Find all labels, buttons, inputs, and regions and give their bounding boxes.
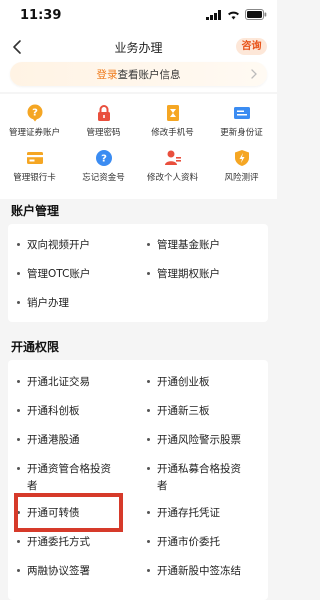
grid-item-manage-securities-account[interactable]: ? 管理证券账户 — [0, 104, 69, 148]
status-time: 11:39 — [20, 8, 62, 23]
section-title-permissions: 开通权限 — [11, 340, 60, 354]
grid-item-manage-bank-card[interactable]: 管理银行卡 — [0, 149, 69, 193]
battery-icon — [245, 9, 267, 20]
person-edit-icon — [165, 150, 181, 165]
signal-icon — [206, 9, 221, 20]
quick-service-grid: ? 管理证券账户 管理密码 修改手机号 更新身份证 管理银行卡 ? 忘记资金号 … — [0, 94, 277, 199]
grid-label: 修改个人资料 — [146, 173, 198, 183]
shield-bolt-icon — [235, 150, 249, 166]
hourglass-icon — [167, 105, 179, 121]
svg-text:?: ? — [32, 108, 38, 119]
account-panel: 双向视频开户 管理基金账户 管理OTC账户 管理期权账户 销户办理 — [8, 224, 268, 322]
grid-item-update-id[interactable]: 更新身份证 — [207, 104, 276, 148]
lock-icon — [98, 105, 110, 121]
bank-card-icon — [27, 152, 43, 164]
login-bar-text: 查看账户信息 — [117, 69, 181, 81]
grid-item-change-phone[interactable]: 修改手机号 — [138, 104, 207, 148]
grid-label: 忘记资金号 — [82, 173, 125, 183]
grid-item-forgot-fund-number[interactable]: ? 忘记资金号 — [69, 149, 138, 193]
grid-item-edit-profile[interactable]: 修改个人资料 — [138, 149, 207, 193]
grid-label: 管理密码 — [86, 128, 121, 138]
section-title-account: 账户管理 — [11, 204, 60, 218]
grid-label: 管理银行卡 — [13, 173, 56, 183]
question-mark-icon: ? — [96, 150, 112, 166]
grid-label: 更新身份证 — [220, 128, 263, 138]
question-mark-icon: ? — [27, 104, 43, 122]
nav-bar: 业务办理 咨询 — [0, 34, 277, 60]
grid-label: 修改手机号 — [151, 128, 194, 138]
chevron-right-icon — [251, 69, 257, 79]
consult-button[interactable]: 咨询 — [236, 38, 267, 55]
highlight-annotation-box — [14, 493, 123, 532]
login-bar[interactable]: 登录查看账户信息 — [10, 62, 267, 86]
permissions-panel: 开通北证交易 开通创业板 开通科创板 开通新三板 开通港股通 开通风险警示股票 … — [8, 360, 268, 600]
grid-item-manage-password[interactable]: 管理密码 — [69, 104, 138, 148]
id-card-icon — [234, 107, 250, 119]
grid-label: 风险测评 — [224, 173, 259, 183]
status-bar: 11:39 — [0, 0, 277, 30]
grid-label: 管理证券账户 — [8, 128, 60, 138]
wifi-icon — [228, 11, 239, 19]
login-link[interactable]: 登录 — [97, 69, 118, 81]
grid-item-risk-assessment[interactable]: 风险测评 — [207, 149, 276, 193]
svg-text:?: ? — [101, 154, 107, 165]
